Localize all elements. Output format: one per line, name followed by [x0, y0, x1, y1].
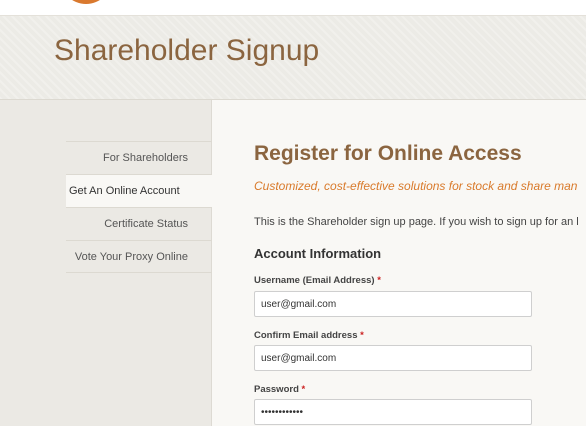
page-title: Shareholder Signup [54, 34, 320, 67]
sidebar-item-certificate-status[interactable]: Certificate Status [66, 207, 212, 240]
main-content: Register for Online Access Customized, c… [212, 100, 586, 426]
page-header: Shareholder Signup [0, 16, 586, 100]
confirm-email-label-text: Confirm Email address [254, 330, 358, 341]
confirm-email-label: Confirm Email address * [254, 330, 364, 341]
content-heading: Register for Online Access [254, 142, 522, 165]
section-title: Account Information [254, 246, 382, 261]
username-label: Username (Email Address) * [254, 275, 381, 286]
username-label-text: Username (Email Address) [254, 275, 375, 286]
required-marker: * [360, 330, 364, 341]
sidebar-item-vote-proxy-online[interactable]: Vote Your Proxy Online [66, 240, 212, 273]
top-bar [0, 0, 586, 16]
password-input[interactable] [254, 399, 532, 425]
sidebar: For Shareholders Get An Online Account C… [0, 100, 213, 426]
password-label: Password * [254, 384, 305, 395]
required-marker: * [301, 384, 306, 395]
logo-icon[interactable] [60, 0, 112, 4]
password-label-text: Password [254, 384, 299, 395]
confirm-email-input[interactable] [254, 345, 532, 371]
username-input[interactable] [254, 291, 532, 317]
required-marker: * [377, 275, 381, 286]
intro-text: This is the Shareholder sign up page. If… [254, 216, 579, 228]
sidebar-nav: For Shareholders Get An Online Account C… [66, 141, 213, 273]
sidebar-item-for-shareholders[interactable]: For Shareholders [66, 141, 212, 174]
tagline: Customized, cost-effective solutions for… [254, 179, 578, 193]
sidebar-item-get-online-account[interactable]: Get An Online Account [66, 174, 213, 207]
